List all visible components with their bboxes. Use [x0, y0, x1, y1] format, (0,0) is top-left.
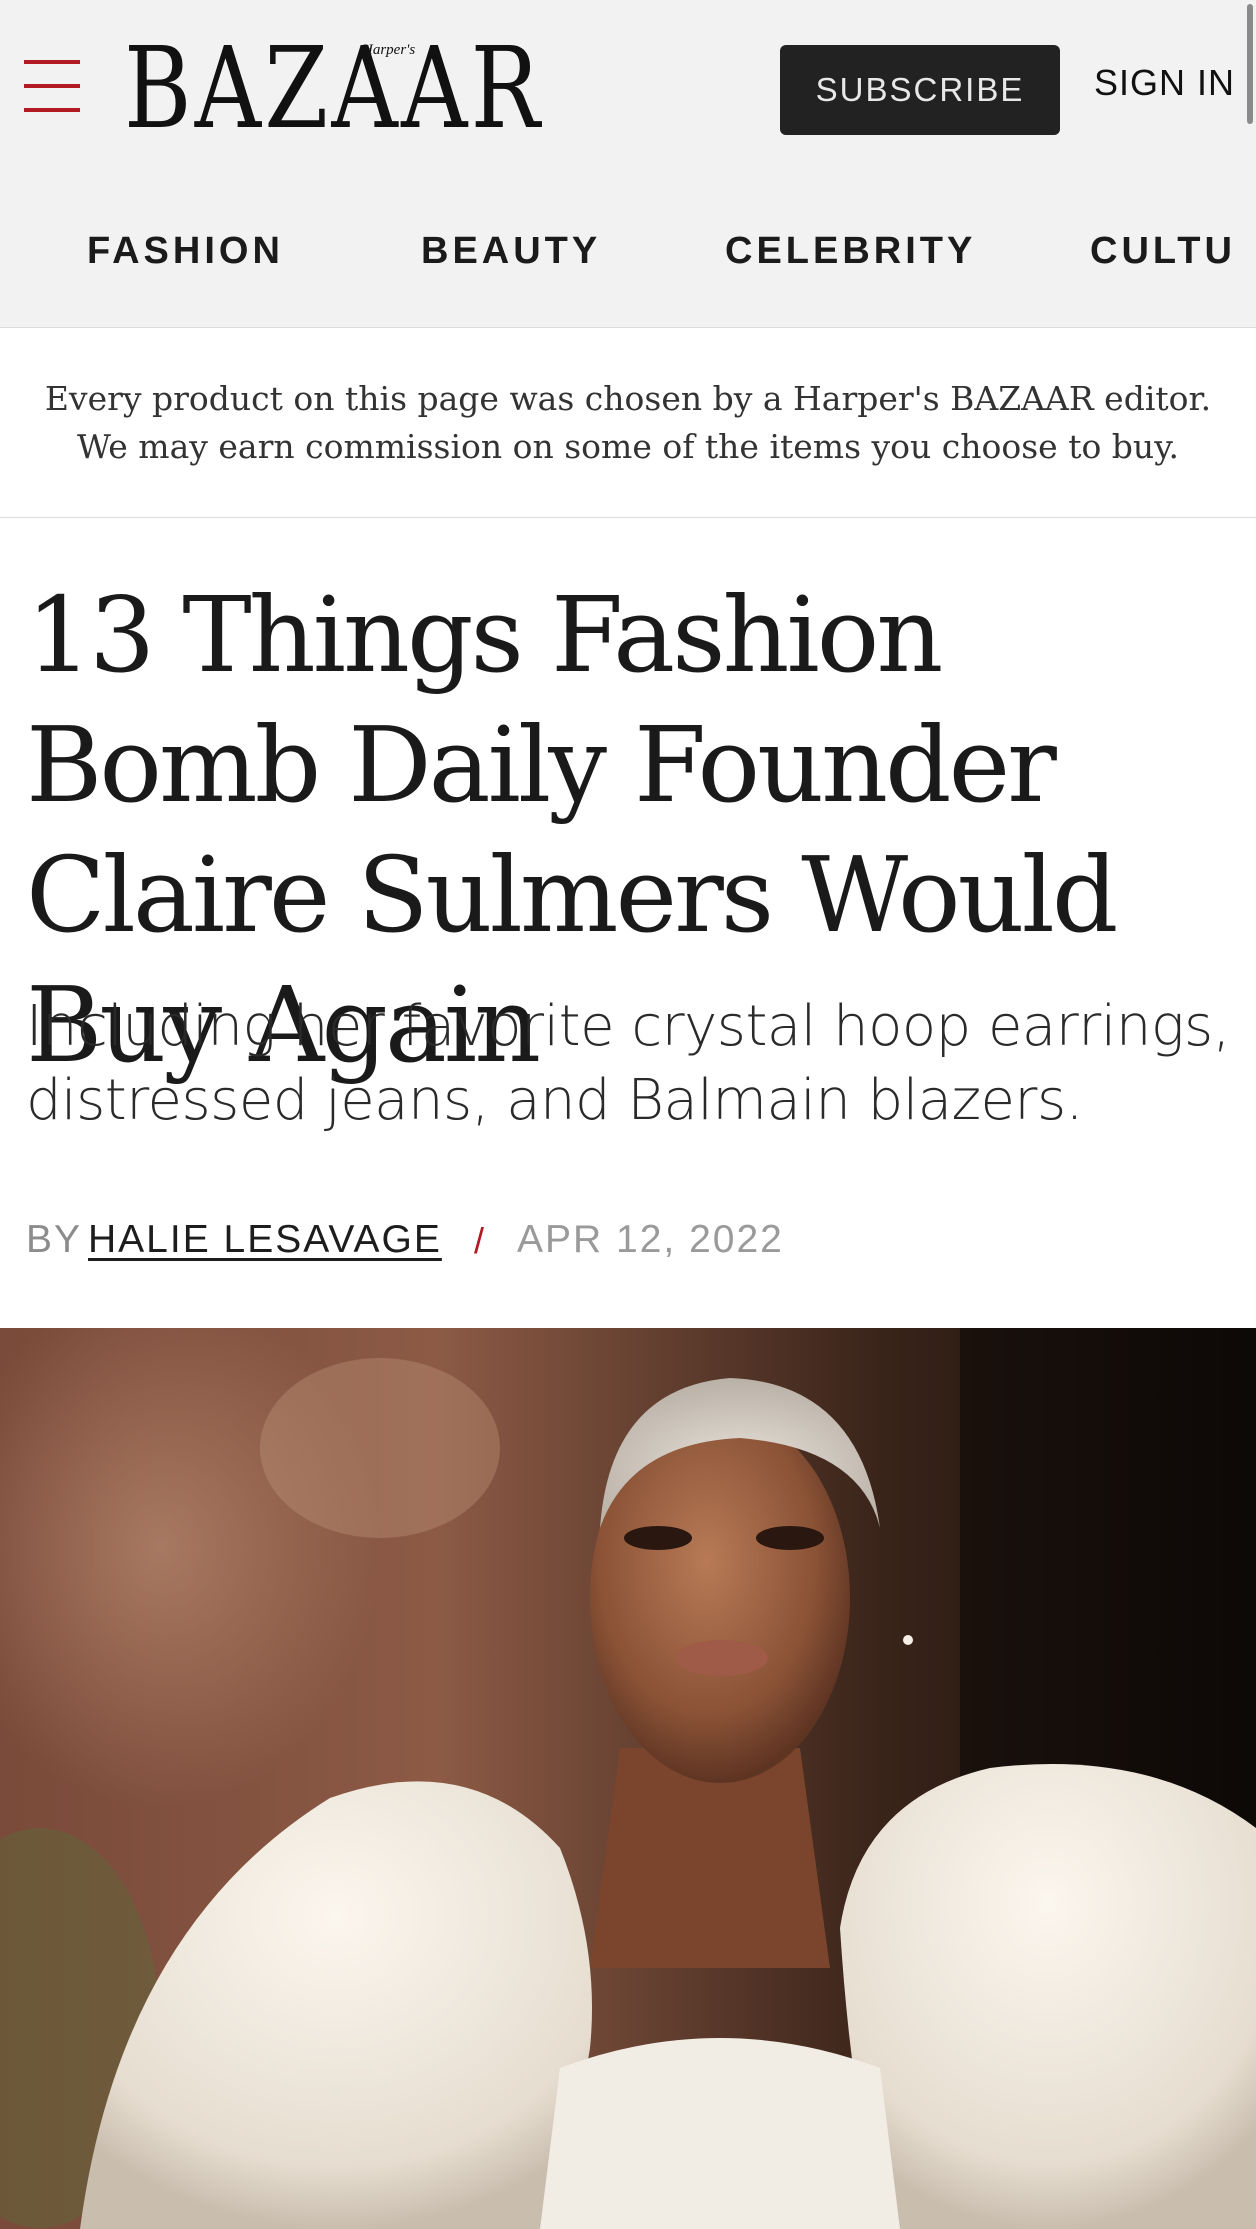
scrollbar[interactable] [1247, 4, 1253, 124]
nav-item-celebrity[interactable]: CELEBRITY [725, 230, 976, 273]
hero-photo [0, 1328, 1256, 2229]
article-dek: Including her favorite crystal hoop earr… [26, 994, 1230, 1133]
site-header: BAZAAR Harper's SUBSCRIBE SIGN IN FASHIO… [0, 0, 1256, 328]
publish-date: APR 12, 2022 [517, 1218, 784, 1261]
top-bar: BAZAAR Harper's SUBSCRIBE SIGN IN [0, 0, 1256, 180]
byline-prefix: BY [26, 1218, 83, 1261]
menu-line [24, 60, 80, 64]
logo-wordmark: BAZAAR [124, 24, 544, 154]
subscribe-button[interactable]: SUBSCRIBE [780, 45, 1060, 135]
site-logo[interactable]: BAZAAR Harper's [124, 33, 540, 145]
main-nav: FASHION BEAUTY CELEBRITY CULTU [0, 210, 1256, 300]
hamburger-menu-icon[interactable] [24, 60, 80, 112]
nav-item-beauty[interactable]: BEAUTY [421, 230, 601, 273]
menu-line [24, 108, 80, 112]
author-link[interactable]: HALIE LESAVAGE [88, 1218, 442, 1262]
affiliate-disclosure: Every product on this page was chosen by… [0, 330, 1256, 518]
menu-line [24, 84, 80, 88]
nav-item-fashion[interactable]: FASHION [87, 230, 284, 273]
logo-subtitle: Harper's [362, 42, 416, 58]
byline-separator: / [474, 1220, 487, 1261]
disclosure-line: We may earn commission on some of the it… [77, 427, 1179, 466]
sign-in-link[interactable]: SIGN IN [1094, 62, 1235, 104]
hero-image [0, 1328, 1256, 2229]
nav-item-culture[interactable]: CULTU [1090, 230, 1236, 273]
disclosure-line: Every product on this page was chosen by… [44, 379, 1212, 418]
